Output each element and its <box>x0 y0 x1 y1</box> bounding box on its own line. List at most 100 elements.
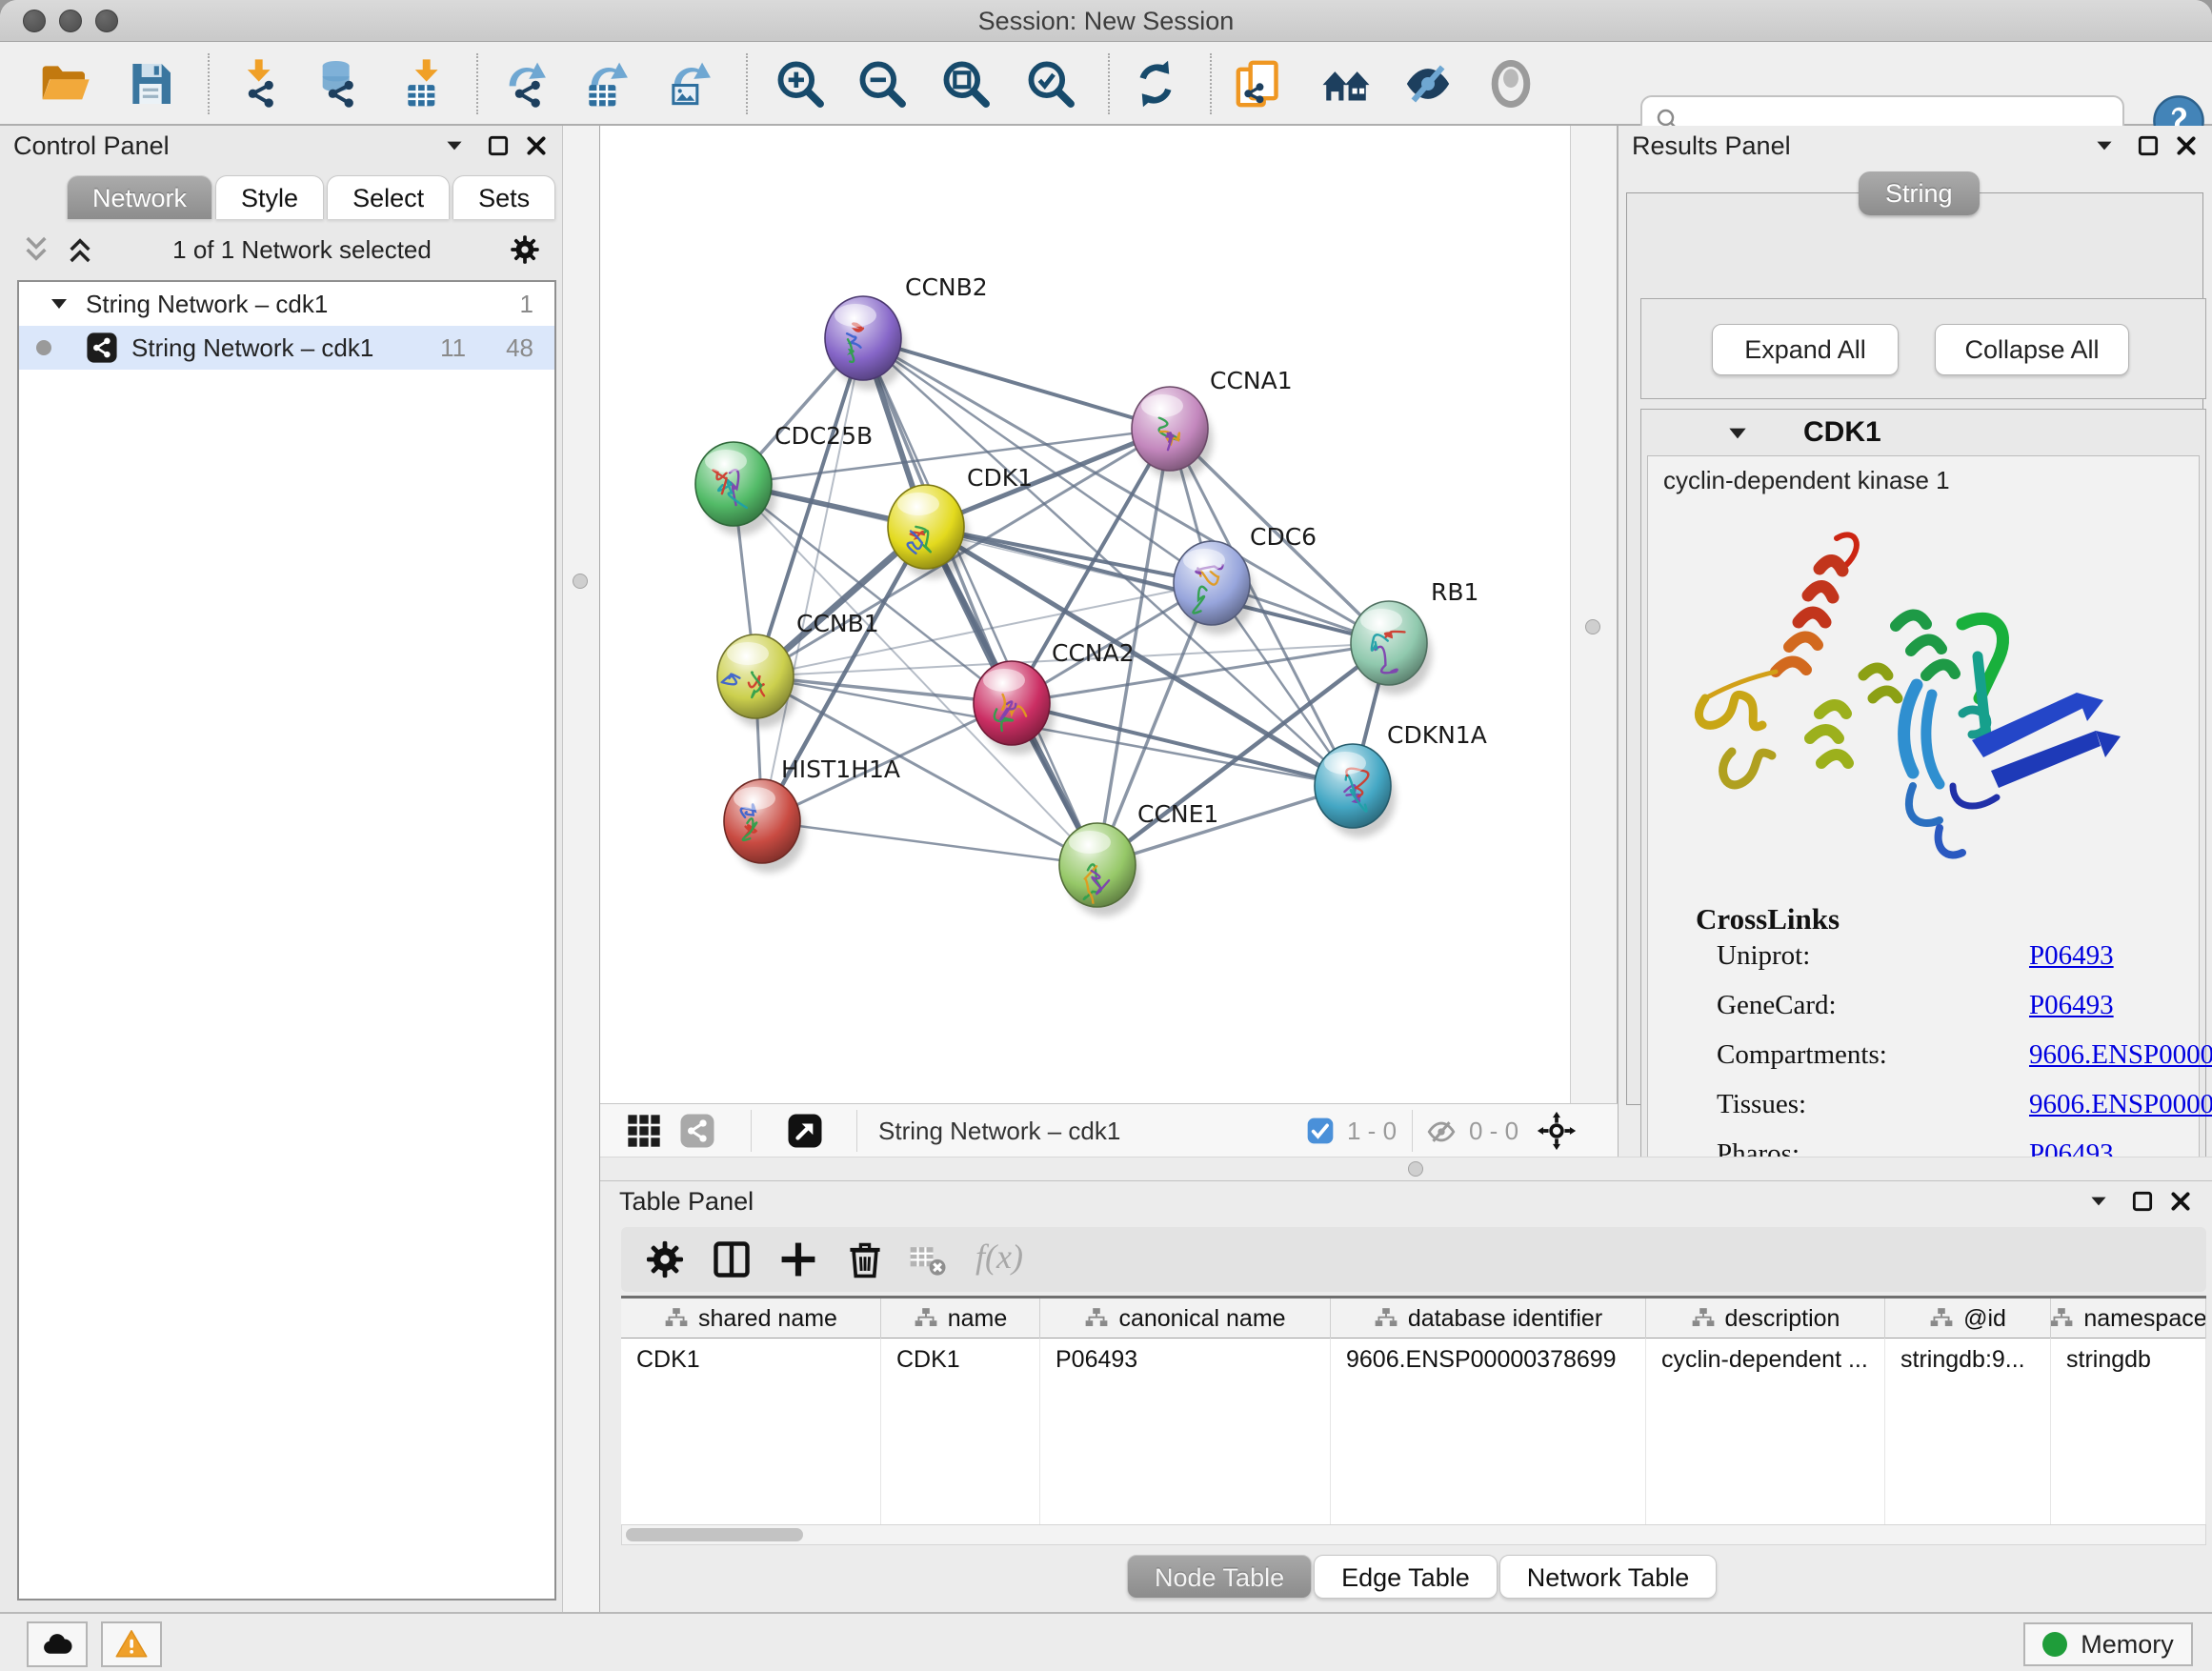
right-panel-divider[interactable] <box>1570 126 1618 1103</box>
import-network-icon[interactable] <box>231 57 285 111</box>
cloud-icon[interactable] <box>27 1621 88 1667</box>
zoom-selected-icon[interactable] <box>1024 57 1077 111</box>
home-network-icon[interactable] <box>1319 57 1373 111</box>
birds-eye-view-icon[interactable] <box>1484 57 1538 111</box>
network-row-selected[interactable]: String Network – cdk1 11 48 <box>19 326 554 370</box>
column-header-shared-name[interactable]: shared name <box>621 1299 881 1339</box>
expand-all-button[interactable]: Expand All <box>1712 324 1899 375</box>
collapse-entry-icon[interactable] <box>1725 421 1750 446</box>
node-CCNB1[interactable]: CCNB1 <box>717 610 879 728</box>
crosslink-link[interactable]: P06493 <box>2029 990 2114 1021</box>
selected-checkbox-icon[interactable] <box>1305 1116 1336 1146</box>
columns-icon[interactable] <box>711 1238 753 1280</box>
table-cell[interactable]: cyclin-dependent ... <box>1646 1339 1885 1380</box>
import-table-icon[interactable] <box>399 57 452 111</box>
edge-CCNB2-CCNE1[interactable] <box>863 338 1097 865</box>
node-CCNE1[interactable]: CCNE1 <box>1059 800 1218 916</box>
close-panel-icon[interactable] <box>524 133 549 158</box>
edge-CCNA2-CDKN1A[interactable] <box>1012 703 1353 786</box>
node-label-CCNB1: CCNB1 <box>796 610 879 637</box>
import-network-database-icon[interactable] <box>312 57 365 111</box>
expand-all-chevron-icon[interactable] <box>65 234 95 265</box>
share-network-icon[interactable] <box>678 1112 716 1150</box>
gear-icon[interactable] <box>644 1238 686 1280</box>
tab-select[interactable]: Select <box>327 175 450 219</box>
right-divider-handle[interactable] <box>1585 619 1600 634</box>
tab-style[interactable]: Style <box>215 175 324 219</box>
delete-table-icon[interactable] <box>907 1238 949 1280</box>
table-cell[interactable]: 9606.ENSP00000378699 <box>1331 1339 1646 1380</box>
hidden-eye-icon[interactable] <box>1425 1116 1458 1148</box>
close-panel-icon[interactable] <box>2168 1189 2193 1214</box>
column-header-database-identifier[interactable]: database identifier <box>1331 1299 1646 1339</box>
float-window-icon[interactable] <box>2136 133 2161 158</box>
crosslink-link[interactable]: 9606.ENSP00000378699 <box>2029 1089 2212 1120</box>
collapse-all-button[interactable]: Collapse All <box>1935 324 2129 375</box>
collapse-caret-icon[interactable] <box>2092 133 2117 158</box>
node-RB1[interactable]: RB1 <box>1351 578 1478 695</box>
tab-network-table[interactable]: Network Table <box>1499 1555 1718 1599</box>
clone-network-icon[interactable] <box>1233 57 1286 111</box>
add-column-icon[interactable] <box>777 1238 819 1280</box>
left-panel-divider[interactable] <box>562 126 600 1612</box>
crosshair-icon[interactable] <box>1536 1110 1578 1152</box>
open-session-icon[interactable] <box>38 57 91 111</box>
column-header-description[interactable]: description <box>1646 1299 1885 1339</box>
tab-node-table[interactable]: Node Table <box>1127 1555 1312 1599</box>
zoom-fit-icon[interactable] <box>939 57 993 111</box>
table-horizontal-scrollbar[interactable] <box>621 1524 2206 1545</box>
open-in-window-icon[interactable] <box>786 1112 824 1150</box>
table-cell[interactable]: stringdb <box>2051 1339 2206 1380</box>
node-CDKN1A[interactable]: CDKN1A <box>1315 721 1487 837</box>
crosslink-link[interactable]: 9606.ENSP00000378699 <box>2029 1039 2212 1071</box>
collapse-caret-icon[interactable] <box>2086 1189 2111 1214</box>
zoom-out-icon[interactable] <box>855 57 909 111</box>
save-session-icon[interactable] <box>124 57 177 111</box>
tab-sets[interactable]: Sets <box>452 175 555 219</box>
export-image-icon[interactable] <box>663 57 716 111</box>
network-collection-row[interactable]: String Network – cdk1 1 <box>19 282 554 326</box>
close-panel-icon[interactable] <box>2174 133 2199 158</box>
table-cell[interactable]: stringdb:9... <box>1885 1339 2051 1380</box>
tab-edge-table[interactable]: Edge Table <box>1314 1555 1498 1599</box>
column-header--id[interactable]: @id <box>1885 1299 2051 1339</box>
bottom-divider-handle[interactable] <box>1408 1161 1423 1177</box>
options-gear-icon[interactable] <box>509 233 541 266</box>
grid-view-icon[interactable] <box>625 1112 663 1150</box>
fx-function-icon[interactable]: f(x) <box>975 1237 1023 1277</box>
hide-graphics-details-icon[interactable] <box>1401 57 1455 111</box>
export-table-icon[interactable] <box>580 57 633 111</box>
warning-icon[interactable] <box>101 1621 162 1667</box>
tree-expand-icon[interactable] <box>48 292 70 315</box>
table-cell[interactable]: P06493 <box>1040 1339 1331 1380</box>
node-HIST1H1A[interactable]: HIST1H1A <box>724 755 900 873</box>
node-result-header[interactable]: CDK1 <box>1641 410 2205 455</box>
table-cell[interactable]: CDK1 <box>881 1339 1040 1380</box>
collapse-caret-icon[interactable] <box>442 133 467 158</box>
left-divider-handle[interactable] <box>573 574 588 589</box>
edge-CCNB2-CCNA1[interactable] <box>863 338 1170 429</box>
tab-string[interactable]: String <box>1859 171 1980 215</box>
crosslink-link[interactable]: P06493 <box>2029 940 2114 972</box>
export-network-icon[interactable] <box>498 57 552 111</box>
column-header-namespace[interactable]: namespace <box>2051 1299 2206 1339</box>
bottom-panel-divider[interactable] <box>600 1157 2212 1181</box>
column-header-canonical-name[interactable]: canonical name <box>1040 1299 1331 1339</box>
zoom-in-icon[interactable] <box>774 57 827 111</box>
column-header-name[interactable]: name <box>881 1299 1040 1339</box>
edge-CCNB2-HIST1H1A[interactable] <box>762 338 863 821</box>
tab-network[interactable]: Network <box>67 175 212 219</box>
float-window-icon[interactable] <box>2130 1189 2155 1214</box>
memory-button[interactable]: Memory <box>2023 1622 2193 1666</box>
trash-icon[interactable] <box>844 1238 886 1280</box>
network-view[interactable]: CCNB2CCNA1CDC25BCDK1CDC6RB1CCNB1CCNA2CDK… <box>600 126 1570 1103</box>
edge-CCNE1-HIST1H1A[interactable] <box>762 821 1097 865</box>
float-window-icon[interactable] <box>486 133 511 158</box>
node-CCNA1[interactable]: CCNA1 <box>1132 367 1293 480</box>
node-CCNB2[interactable]: CCNB2 <box>825 273 988 390</box>
edge-CDKN1A-CCNE1[interactable] <box>1097 786 1353 865</box>
refresh-layout-icon[interactable] <box>1129 57 1182 111</box>
collapse-all-chevron-icon[interactable] <box>21 234 51 265</box>
scrollbar-thumb[interactable] <box>626 1528 803 1541</box>
table-cell[interactable]: CDK1 <box>621 1339 881 1380</box>
